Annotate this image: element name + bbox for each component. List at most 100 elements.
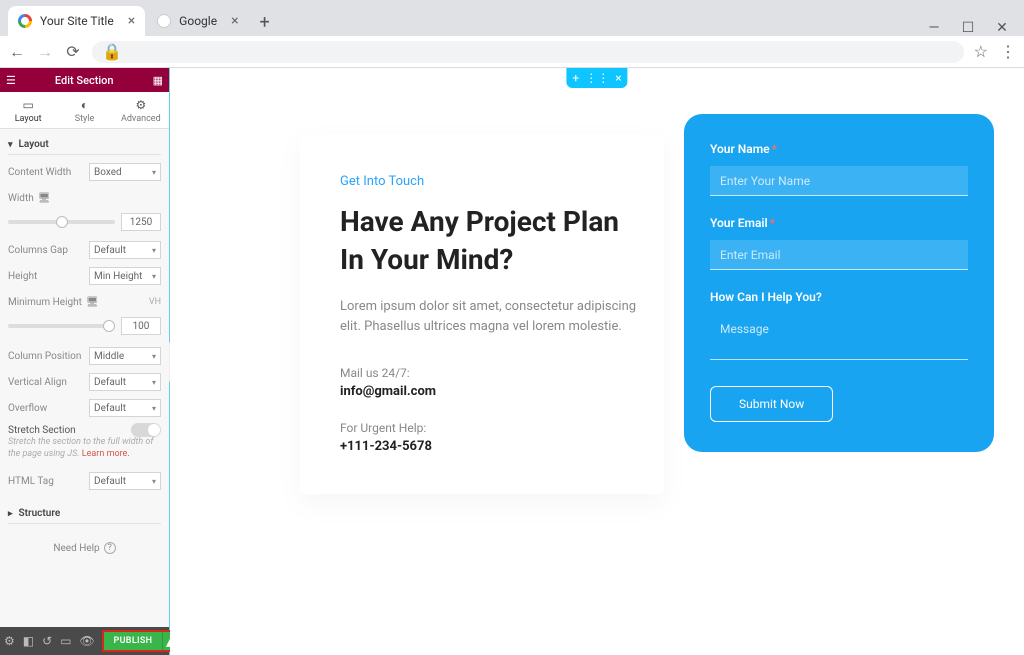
nav-reload-icon[interactable]: ⟳ — [64, 43, 82, 61]
overflow-select[interactable]: Default ▾ — [89, 399, 161, 417]
tab-style[interactable]: ◐ Style — [56, 92, 112, 128]
need-help-link[interactable]: Need Help ? — [8, 542, 161, 554]
min-height-slider[interactable] — [8, 324, 115, 328]
browser-menu-icon[interactable]: ⋮ — [1000, 42, 1016, 61]
slider-thumb[interactable] — [56, 216, 68, 228]
browser-tab[interactable]: Google × — [147, 6, 248, 36]
mail-value: info@gmail.com — [340, 384, 644, 399]
form-label-text: Your Email — [710, 216, 768, 230]
advanced-tab-icon: ⚙ — [113, 98, 169, 112]
form-submit-button[interactable]: Submit Now — [710, 386, 833, 422]
width-input[interactable] — [121, 213, 161, 231]
sidebar-title: Edit Section — [55, 74, 114, 87]
preview-eye-icon[interactable]: 👁 — [80, 634, 94, 648]
select-value: Middle — [94, 351, 124, 362]
min-height-input[interactable] — [121, 317, 161, 335]
section-heading: Have Any Project Plan In Your Mind? — [340, 203, 644, 279]
column-position-select[interactable]: Middle ▾ — [89, 347, 161, 365]
navigator-icon[interactable]: ◧ — [23, 634, 34, 648]
chevron-down-icon: ▾ — [152, 246, 156, 255]
section-subtitle: Get Into Touch — [340, 174, 644, 189]
heading-line: Have Any Project Plan — [340, 205, 619, 238]
content-width-select[interactable]: Boxed ▾ — [89, 163, 161, 181]
content-left-column[interactable]: Get Into Touch Have Any Project Plan In … — [300, 134, 664, 494]
heading-line: In Your Mind? — [340, 243, 513, 276]
tab-label: Style — [75, 114, 95, 124]
help-note-text: Stretch the section to the full width of… — [8, 437, 153, 459]
favicon-icon — [18, 14, 32, 28]
vertical-align-select[interactable]: Default ▾ — [89, 373, 161, 391]
control-label: HTML Tag — [8, 476, 54, 487]
sidebar-tabs: ▭ Layout ◐ Style ⚙ Advanced — [0, 92, 169, 129]
caret-down-icon: ▾ — [8, 140, 13, 150]
tab-label: Advanced — [121, 114, 161, 124]
phone-value: +111-234-5678 — [340, 439, 644, 454]
history-icon[interactable]: ↺ — [42, 634, 52, 648]
phone-label: For Urgent Help: — [340, 421, 644, 435]
chevron-down-icon: ▾ — [152, 272, 156, 281]
need-help-text: Need Help — [53, 543, 99, 554]
tab-close-icon[interactable]: × — [231, 13, 238, 29]
tab-close-icon[interactable]: × — [128, 13, 135, 29]
select-value: Default — [94, 476, 126, 487]
section-header-label: Layout — [19, 139, 49, 150]
desktop-device-icon[interactable]: 🖥 — [38, 193, 51, 204]
responsive-icon[interactable]: ▭ — [60, 634, 71, 648]
contact-form-card[interactable]: Your Name* Your Email* How Can I Help Yo… — [684, 114, 994, 452]
tab-advanced[interactable]: ⚙ Advanced — [113, 92, 169, 128]
new-tab-button[interactable]: + — [251, 8, 279, 36]
hamburger-icon[interactable]: ☰ — [6, 74, 16, 87]
tab-layout[interactable]: ▭ Layout — [0, 92, 56, 128]
form-name-label: Your Name* — [710, 142, 968, 156]
form-message-textarea[interactable] — [710, 314, 968, 360]
control-label: Vertical Align — [8, 377, 67, 388]
width-slider[interactable] — [8, 220, 115, 224]
form-email-input[interactable] — [710, 240, 968, 270]
control-label: Height — [8, 271, 37, 282]
window-minimize-icon[interactable]: — — [926, 20, 942, 36]
control-label-text: Width — [8, 193, 34, 204]
section-structure-toggle[interactable]: ▸ Structure — [8, 504, 161, 524]
browser-toolbar: ← → ⟳ 🔒 ☆ ⋮ — [0, 36, 1024, 68]
section-header-label: Structure — [19, 508, 61, 519]
learn-more-link[interactable]: Learn more. — [82, 449, 130, 459]
html-tag-select[interactable]: Default ▾ — [89, 472, 161, 490]
unit-hint[interactable]: VH — [149, 297, 161, 307]
control-label: Overflow — [8, 403, 47, 414]
chevron-down-icon: ▾ — [152, 477, 156, 486]
window-close-icon[interactable]: ✕ — [994, 20, 1010, 36]
stretch-help-note: Stretch the section to the full width of… — [8, 437, 161, 460]
help-question-icon: ? — [104, 542, 116, 554]
window-maximize-icon[interactable]: ☐ — [960, 20, 976, 36]
desktop-device-icon[interactable]: 🖥 — [86, 297, 99, 308]
select-value: Boxed — [94, 167, 122, 178]
mail-label: Mail us 24/7: — [340, 366, 644, 380]
control-label: Column Position — [8, 351, 81, 362]
publish-button[interactable]: PUBLISH — [104, 632, 163, 650]
form-name-input[interactable] — [710, 166, 968, 196]
chevron-down-icon: ▾ — [152, 378, 156, 387]
select-value: Default — [94, 245, 126, 256]
nav-back-icon[interactable]: ← — [8, 43, 26, 61]
editor-sidebar: ☰ Edit Section ▦ ▭ Layout ◐ Style ⚙ Adva… — [0, 68, 170, 655]
control-label: Columns Gap — [8, 245, 68, 256]
section-layout-toggle[interactable]: ▾ Layout — [8, 135, 161, 155]
slider-thumb[interactable] — [103, 320, 115, 332]
control-label: Minimum Height 🖥 — [8, 297, 99, 308]
bookmark-star-icon[interactable]: ☆ — [974, 42, 988, 61]
height-select[interactable]: Min Height ▾ — [89, 267, 161, 285]
layout-tab-icon: ▭ — [0, 98, 56, 112]
address-bar[interactable]: 🔒 — [92, 41, 964, 63]
form-label-text: Your Name — [710, 142, 770, 156]
editor-canvas[interactable]: + ⋮⋮ × Get Into Touch Have Any Project P… — [170, 68, 1024, 655]
lock-icon: 🔒 — [102, 42, 122, 61]
stretch-section-toggle[interactable] — [131, 423, 161, 437]
widgets-grid-icon[interactable]: ▦ — [153, 74, 163, 87]
columns-gap-select[interactable]: Default ▾ — [89, 241, 161, 259]
sidebar-header: ☰ Edit Section ▦ — [0, 68, 169, 92]
control-label-text: Minimum Height — [8, 297, 82, 308]
favicon-icon — [157, 14, 171, 28]
settings-gear-icon[interactable]: ⚙ — [4, 634, 15, 648]
nav-forward-icon[interactable]: → — [36, 43, 54, 61]
browser-tab-active[interactable]: Your Site Title × — [8, 6, 145, 36]
